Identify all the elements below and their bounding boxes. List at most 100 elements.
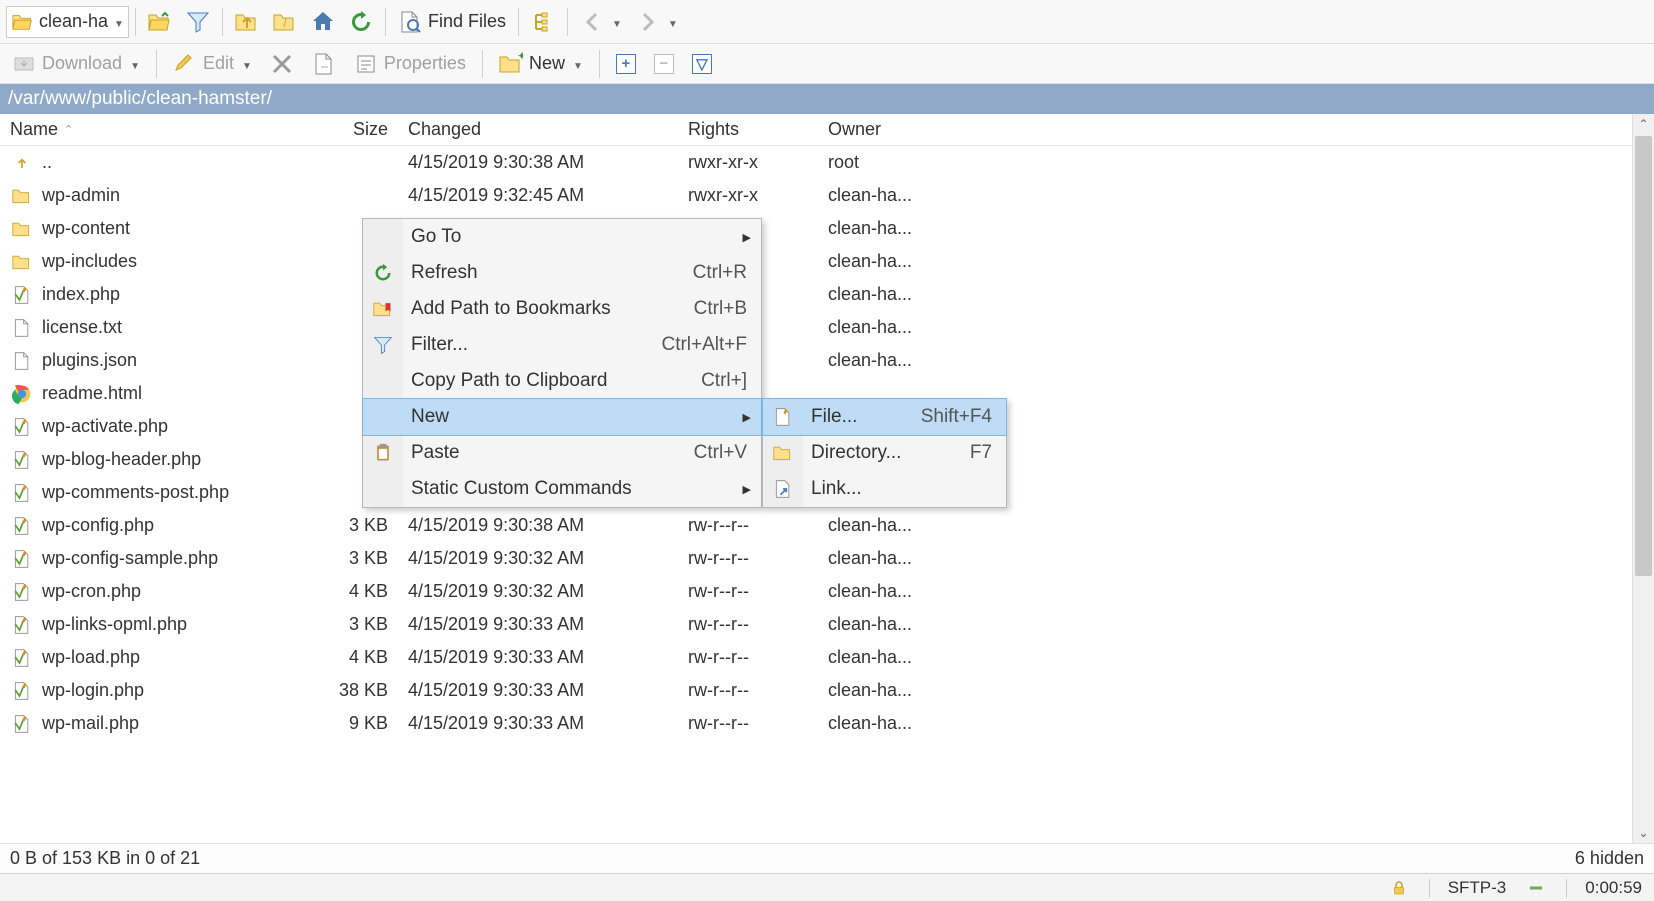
file-row[interactable]: wp-admin4/15/2019 9:32:45 AMrwxr-xr-xcle… xyxy=(0,179,1632,212)
rename-icon xyxy=(312,52,336,76)
file-row[interactable]: index.phpclean-ha... xyxy=(0,278,1632,311)
scroll-up-icon[interactable]: ⌃ xyxy=(1633,114,1654,134)
menu-item-refresh[interactable]: RefreshCtrl+R xyxy=(363,255,761,291)
scroll-thumb[interactable] xyxy=(1635,136,1652,576)
col-rights[interactable]: Rights xyxy=(678,119,818,140)
new-button[interactable]: ✦ New xyxy=(493,48,589,80)
menu-shortcut: Shift+F4 xyxy=(891,406,992,428)
address-bar[interactable]: /var/www/public/clean-hamster/ xyxy=(0,84,1654,114)
file-row[interactable]: wp-config-sample.php3 KB4/15/2019 9:30:3… xyxy=(0,542,1632,575)
file-owner: clean-ha... xyxy=(818,317,1632,338)
refresh-icon xyxy=(349,10,373,34)
filter-button[interactable] xyxy=(180,6,216,38)
menu-item-paste[interactable]: PasteCtrl+V xyxy=(363,435,761,471)
file-rights: rw-r--r-- xyxy=(678,713,818,734)
php-icon xyxy=(10,646,34,670)
file-size: 9 KB xyxy=(320,713,398,734)
file-owner: clean-ha... xyxy=(818,350,1632,371)
file-name: wp-blog-header.php xyxy=(42,449,201,470)
context-menu: Go ToRefreshCtrl+RAdd Path to BookmarksC… xyxy=(362,218,762,508)
menu-item-link[interactable]: Link... xyxy=(763,471,1006,507)
menu-item-directory[interactable]: Directory...F7 xyxy=(763,435,1006,471)
file-row[interactable]: wp-login.php38 KB4/15/2019 9:30:33 AMrw-… xyxy=(0,674,1632,707)
file-row[interactable]: wp-links-opml.php3 KB4/15/2019 9:30:33 A… xyxy=(0,608,1632,641)
column-headers: Name⌃ Size Changed Rights Owner xyxy=(0,114,1632,146)
file-row[interactable]: wp-config.php3 KB4/15/2019 9:30:38 AMrw-… xyxy=(0,509,1632,542)
menu-item-file[interactable]: File...Shift+F4 xyxy=(763,399,1006,435)
menu-item-add-path-to-bookmarks[interactable]: Add Path to BookmarksCtrl+B xyxy=(363,291,761,327)
menu-shortcut: Ctrl+V xyxy=(664,442,747,464)
file-name: plugins.json xyxy=(42,350,137,371)
col-changed[interactable]: Changed xyxy=(398,119,678,140)
history-back-button[interactable] xyxy=(574,6,628,38)
filter-icon xyxy=(371,333,395,357)
file-row[interactable]: wp-includes clean-ha... xyxy=(0,245,1632,278)
select-all-button[interactable]: + xyxy=(610,50,642,78)
menu-item-static-custom-commands[interactable]: Static Custom Commands xyxy=(363,471,761,507)
menu-label: Filter... xyxy=(411,334,468,356)
file-rights: rwxr-xr-x xyxy=(678,152,818,173)
col-name[interactable]: Name⌃ xyxy=(0,119,320,140)
menu-item-copy-path-to-clipboard[interactable]: Copy Path to ClipboardCtrl+] xyxy=(363,363,761,399)
file-row[interactable]: wp-load.php4 KB4/15/2019 9:30:33 AMrw-r-… xyxy=(0,641,1632,674)
col-size[interactable]: Size xyxy=(320,119,398,140)
delete-button[interactable] xyxy=(264,48,300,80)
menu-item-new[interactable]: New xyxy=(363,399,761,435)
main-toolbar: clean-ha / Find Files xyxy=(0,0,1654,44)
download-button[interactable]: Download xyxy=(6,48,146,80)
menu-label: Refresh xyxy=(411,262,478,284)
newdir-icon xyxy=(771,441,795,465)
chevron-down-icon xyxy=(666,11,678,32)
file-owner: clean-ha... xyxy=(818,251,1632,272)
edit-icon xyxy=(173,52,197,76)
edit-button[interactable]: Edit xyxy=(167,48,258,80)
scroll-down-icon[interactable]: ⌄ xyxy=(1633,823,1654,843)
file-owner: clean-ha... xyxy=(818,515,1632,536)
file-name: wp-config.php xyxy=(42,515,154,536)
tree-button[interactable] xyxy=(525,6,561,38)
download-icon xyxy=(12,52,36,76)
file-row[interactable]: license.txt20clean-ha... xyxy=(0,311,1632,344)
file-row[interactable]: ..4/15/2019 9:30:38 AMrwxr-xr-xroot xyxy=(0,146,1632,179)
file-owner: root xyxy=(818,152,1632,173)
connection-icon[interactable] xyxy=(1524,876,1548,900)
protocol-label: SFTP-3 xyxy=(1448,878,1507,898)
file-changed: 4/15/2019 9:30:33 AM xyxy=(398,647,678,668)
file-row[interactable]: wp-contentclean-ha... xyxy=(0,212,1632,245)
php-icon xyxy=(10,547,34,571)
file-row[interactable]: wp-cron.php4 KB4/15/2019 9:30:32 AMrw-r-… xyxy=(0,575,1632,608)
select-none-button[interactable]: − xyxy=(648,50,680,78)
invert-select-button[interactable] xyxy=(686,50,718,78)
properties-icon xyxy=(354,52,378,76)
file-owner: clean-ha... xyxy=(818,713,1632,734)
menu-item-go-to[interactable]: Go To xyxy=(363,219,761,255)
properties-button[interactable]: Properties xyxy=(348,48,472,80)
rename-button[interactable] xyxy=(306,48,342,80)
chevron-down-icon xyxy=(571,53,583,74)
file-name: wp-includes xyxy=(42,251,137,272)
nav-home-button[interactable] xyxy=(305,6,341,38)
nav-root-button[interactable]: / xyxy=(267,6,303,38)
path-selector[interactable]: clean-ha xyxy=(6,6,129,38)
scrollbar[interactable]: ⌃ ⌄ xyxy=(1632,114,1654,843)
menu-shortcut: F7 xyxy=(940,442,992,464)
nav-back-button[interactable] xyxy=(229,6,265,38)
file-name: readme.html xyxy=(42,383,142,404)
newfile-icon xyxy=(771,405,795,429)
menu-item-filter[interactable]: Filter...Ctrl+Alt+F xyxy=(363,327,761,363)
arrow-right-icon xyxy=(636,10,660,34)
file-row[interactable]: plugins.json clean-ha... xyxy=(0,344,1632,377)
col-owner[interactable]: Owner xyxy=(818,119,1632,140)
file-row[interactable]: wp-mail.php9 KB4/15/2019 9:30:33 AMrw-r-… xyxy=(0,707,1632,740)
file-owner: clean-ha... xyxy=(818,548,1632,569)
file-changed: 4/15/2019 9:30:32 AM xyxy=(398,581,678,602)
find-files-button[interactable]: Find Files xyxy=(392,6,512,38)
file-name: wp-activate.php xyxy=(42,416,168,437)
html-icon xyxy=(10,382,34,406)
filter-icon xyxy=(186,10,210,34)
refresh-button[interactable] xyxy=(343,6,379,38)
file-changed: 4/15/2019 9:30:33 AM xyxy=(398,713,678,734)
separator xyxy=(385,8,386,36)
nav-up-button[interactable] xyxy=(142,6,178,38)
history-fwd-button[interactable] xyxy=(630,6,684,38)
